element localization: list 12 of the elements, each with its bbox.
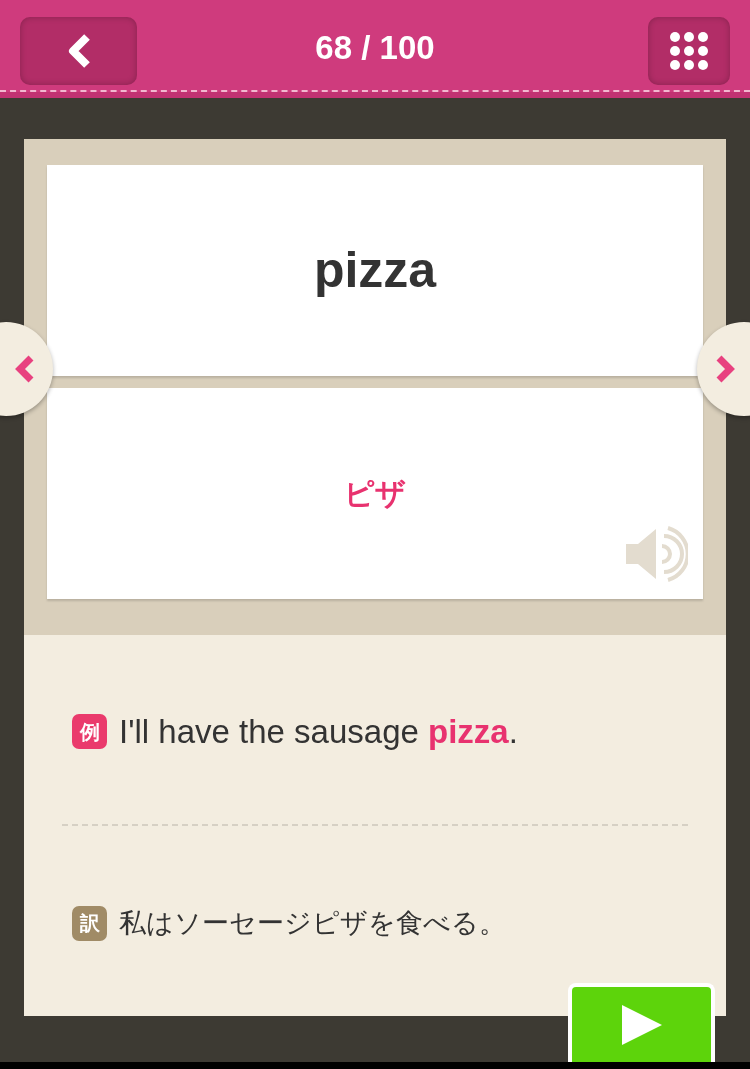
menu-button[interactable] <box>648 17 730 85</box>
grid-icon <box>669 31 709 71</box>
english-word: pizza <box>313 241 437 300</box>
translation-sentence: 私はソーセージピザを食べる。 <box>119 907 506 940</box>
example-sentence: I'll have the sausage pizza. <box>119 712 518 752</box>
example-badge: 例 <box>72 714 107 750</box>
chevron-right-icon <box>715 355 735 383</box>
chevron-left-icon <box>15 355 35 383</box>
translation-badge: 訳 <box>72 905 107 941</box>
back-button[interactable] <box>20 17 137 85</box>
japanese-meaning: ピザ <box>344 476 406 512</box>
progress-counter: 68 / 100 <box>314 28 436 68</box>
